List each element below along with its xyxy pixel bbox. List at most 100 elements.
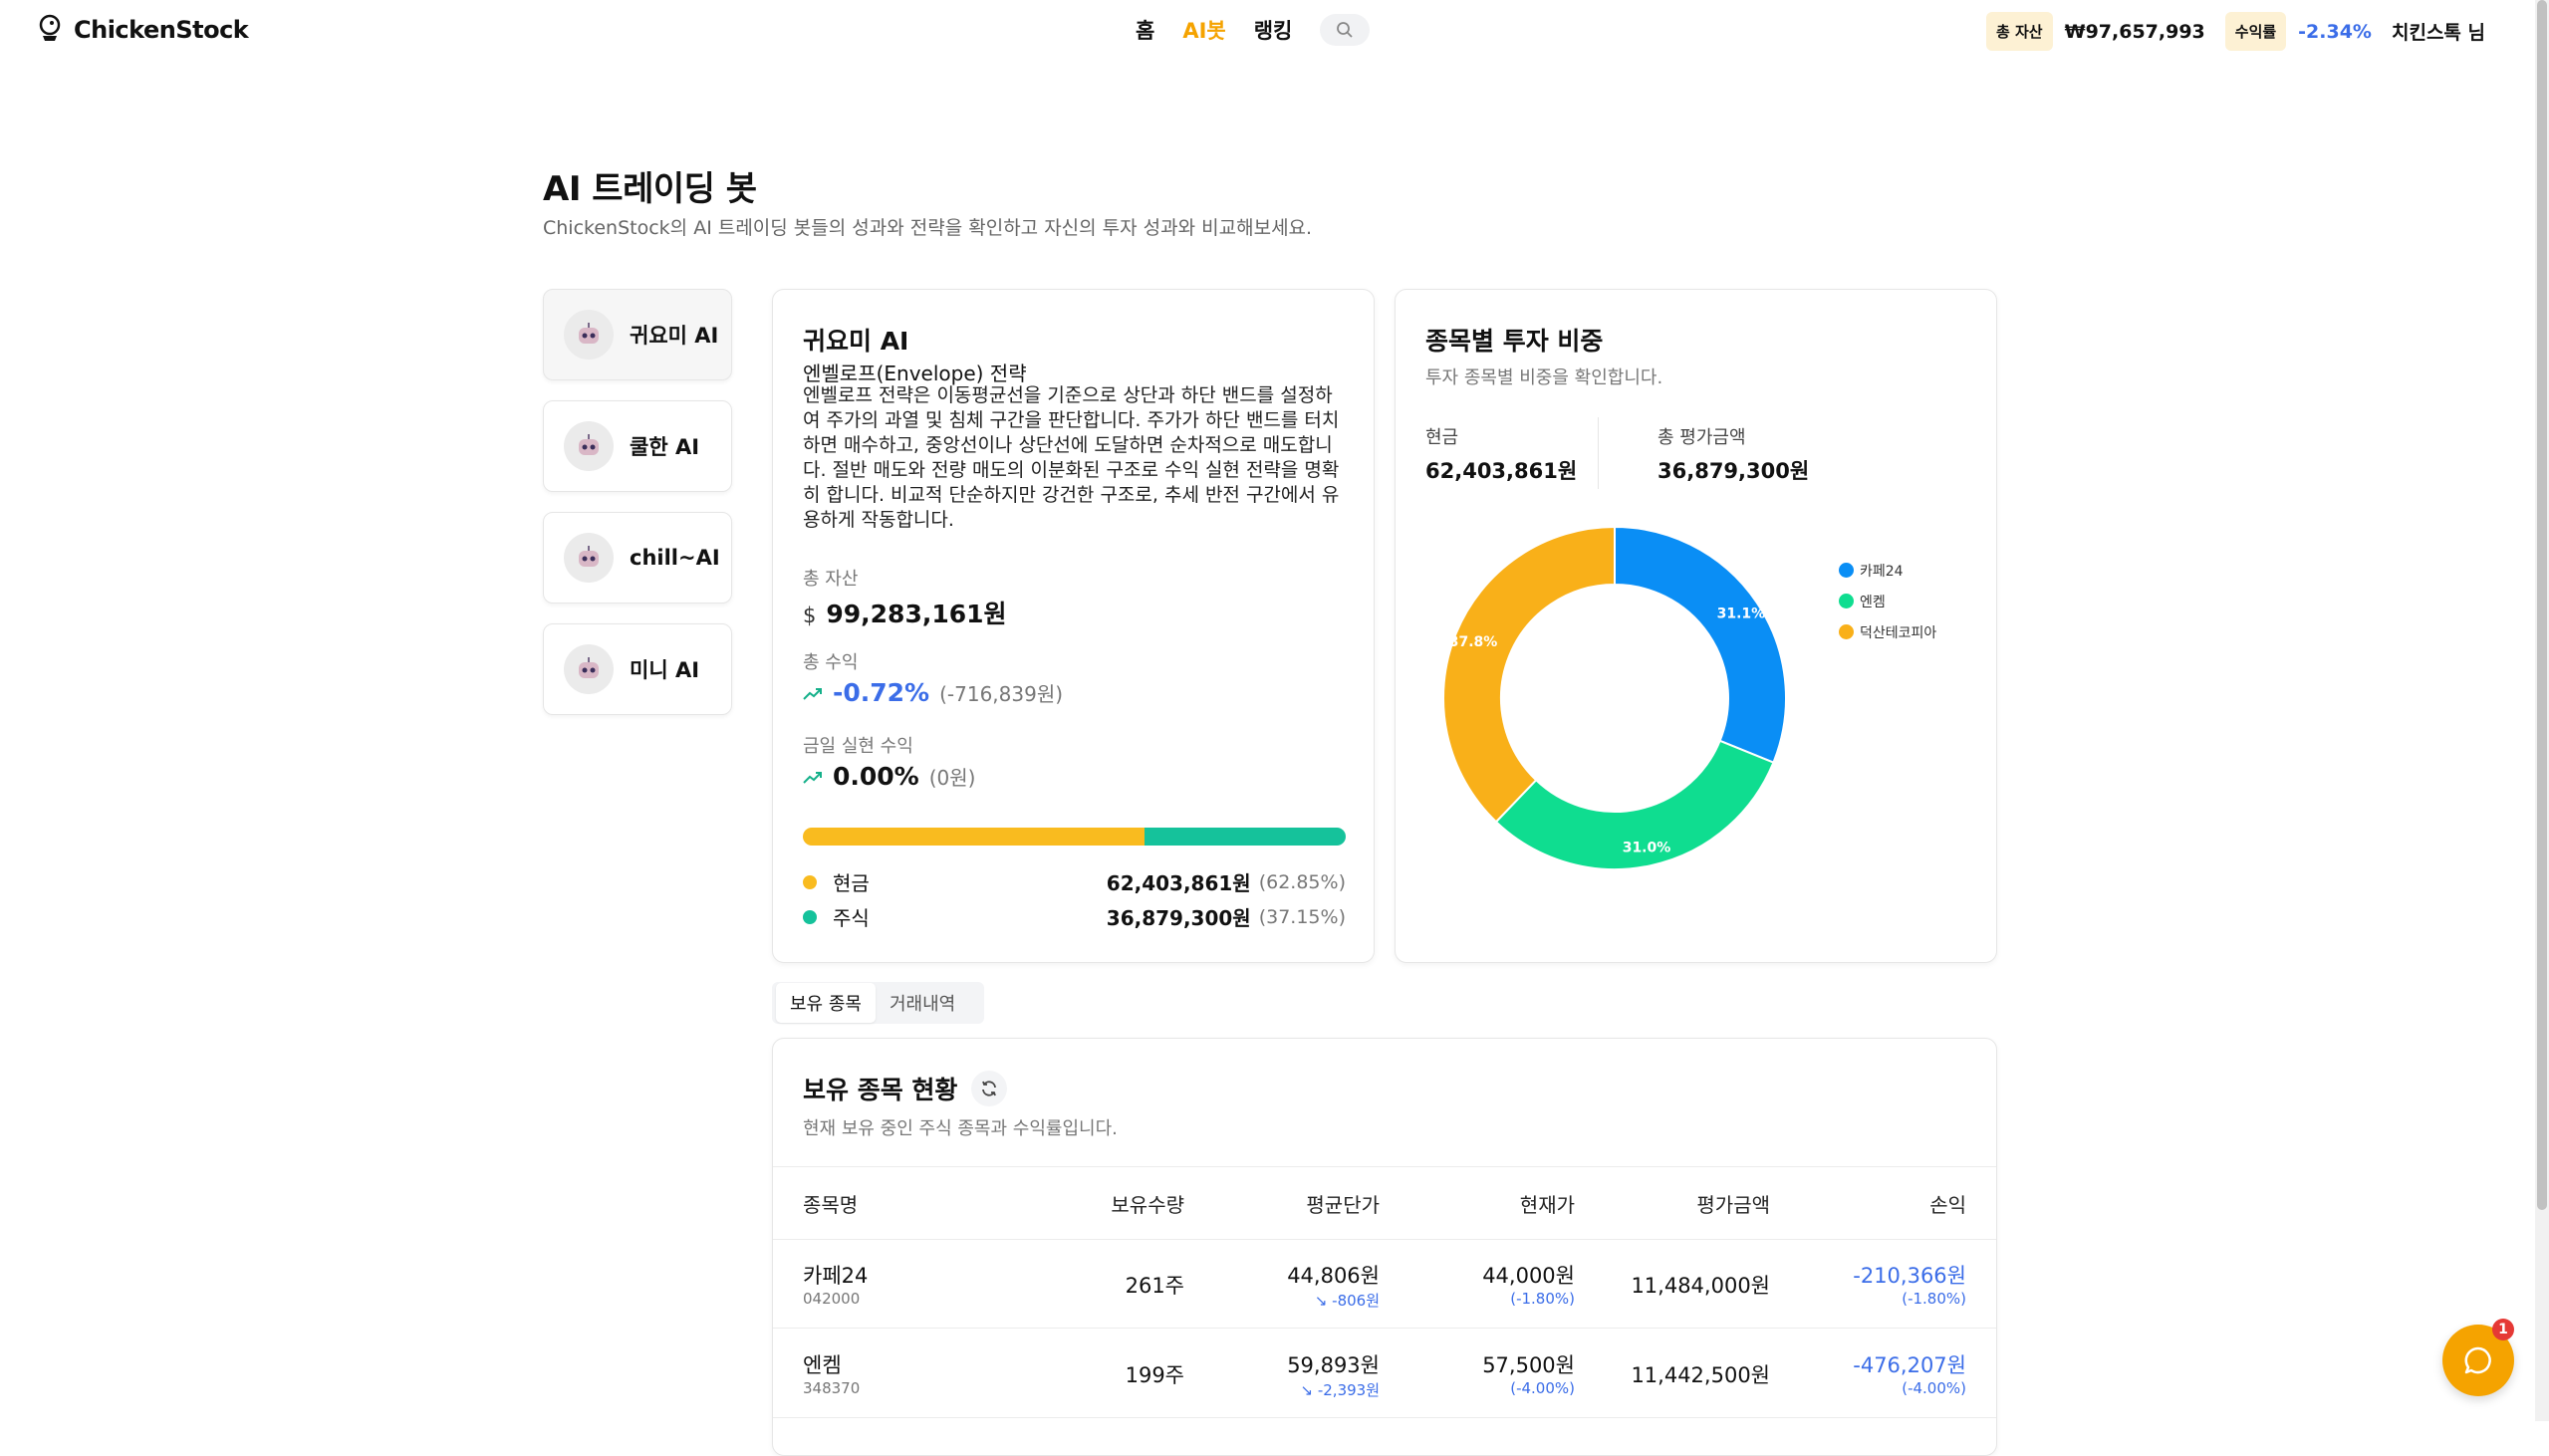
- cash-pct: (62.85%): [1258, 870, 1346, 893]
- search-button[interactable]: [1320, 14, 1371, 46]
- total-profit-label: 총 수익: [803, 652, 859, 673]
- col-pl: 손익: [1929, 1193, 1966, 1217]
- stock-dot: [803, 909, 817, 924]
- nav-ranking[interactable]: 랭킹: [1254, 15, 1293, 45]
- table-row[interactable]: 엔켐 348370 199주 59,893원 ↘ -2,393원 57,500원…: [773, 1328, 1996, 1418]
- eval-amount: 11,484,000원: [1631, 1274, 1770, 1298]
- cash-value: 62,403,861원: [1106, 871, 1251, 895]
- bot-item-cool[interactable]: 쿨한 AI: [543, 400, 732, 492]
- dollar-icon: $: [803, 604, 817, 627]
- allocation-donut-chart: 31.1% 31.0% 37.8%: [1442, 525, 1787, 870]
- legend-item-cafe24[interactable]: 카페24: [1839, 555, 1936, 586]
- nav-aibot[interactable]: AI봇: [1182, 15, 1225, 45]
- cash-legend-row: 현금 62,403,861원 (62.85%): [803, 867, 1346, 896]
- total-assets-value: ₩97,657,993: [2064, 20, 2205, 43]
- col-qty: 보유수량: [1111, 1193, 1184, 1217]
- avg-price: 44,806원: [1287, 1264, 1380, 1288]
- trend-down-icon: ↘: [1300, 1381, 1318, 1399]
- total-profit-amount: (-716,839원): [939, 682, 1064, 706]
- eval-amount: 11,442,500원: [1631, 1363, 1770, 1387]
- holdings-card: 보유 종목 현황 현재 보유 중인 주식 종목과 수익률입니다. 종목명 보유수…: [772, 1038, 1997, 1456]
- stock-code: 042000: [803, 1290, 861, 1308]
- avg-diff-value: -2,393원: [1317, 1381, 1380, 1399]
- alloc-eval: 총 평가금액 36,879,300원: [1657, 423, 1809, 485]
- bot-title: 귀요미 AI: [803, 327, 909, 356]
- header-account: 총 자산 ₩97,657,993 수익률 -2.34% 치킨스톡 님: [1985, 12, 2485, 51]
- robot-avatar-icon: [564, 644, 614, 694]
- logo[interactable]: ChickenStock: [38, 14, 249, 46]
- profit-loss-pct: (-4.00%): [1902, 1379, 1966, 1397]
- today-profit-pct: 0.00%: [833, 762, 919, 791]
- total-assets-chip: 총 자산: [1985, 12, 2053, 51]
- today-profit-amount: (0원): [928, 766, 976, 790]
- price-pct: (-4.00%): [1510, 1379, 1575, 1397]
- quantity: 261주: [1125, 1274, 1184, 1298]
- legend-label: 덕산테코피아: [1860, 624, 1937, 641]
- legend-item-enchem[interactable]: 엔켐: [1839, 586, 1936, 616]
- allocation-subtitle: 투자 종목별 비중을 확인합니다.: [1425, 367, 1663, 388]
- quantity: 199주: [1125, 1363, 1184, 1387]
- chat-bubble-icon: [2464, 1346, 2491, 1374]
- table-row[interactable]: 카페24 042000 261주 44,806원 ↘ -806원 44,000원…: [773, 1238, 1996, 1329]
- col-avg-price: 평균단가: [1306, 1193, 1380, 1217]
- legend-dot: [1839, 594, 1854, 608]
- avg-price: 59,893원: [1287, 1353, 1380, 1377]
- bot-name: 귀요미 AI: [630, 324, 719, 348]
- alloc-cash: 현금 62,403,861원: [1425, 423, 1577, 485]
- refresh-button[interactable]: [971, 1071, 1008, 1106]
- alloc-cash-value: 62,403,861원: [1425, 459, 1578, 483]
- avg-diff: ↘ -2,393원: [1301, 1379, 1381, 1400]
- donut-slice-0[interactable]: [1614, 525, 1787, 764]
- robot-avatar-icon: [564, 310, 614, 360]
- cash-stock-ratio-bar: [803, 828, 1346, 846]
- bot-name: 쿨한 AI: [630, 435, 700, 459]
- allocation-card: 종목별 투자 비중 투자 종목별 비중을 확인합니다. 현금 62,403,86…: [1395, 289, 1997, 963]
- stock-legend-row: 주식 36,879,300원 (37.15%): [803, 902, 1346, 931]
- logo-text: ChickenStock: [74, 16, 249, 44]
- scrollbar-thumb[interactable]: [2537, 0, 2547, 1210]
- legend-label: 카페24: [1860, 563, 1904, 580]
- bot-item-chill[interactable]: chill~AI: [543, 512, 732, 604]
- stock-name: 카페24: [803, 1264, 869, 1288]
- holdings-title-row: 보유 종목 현황: [803, 1071, 1008, 1106]
- chicken-logo-icon: [38, 14, 62, 46]
- tab-holdings[interactable]: 보유 종목: [776, 983, 876, 1023]
- nav-home[interactable]: 홈: [1136, 15, 1154, 45]
- today-profit-label: 금일 실현 수익: [803, 736, 913, 757]
- total-assets-label: 총 자산: [803, 569, 859, 590]
- page-subtitle: ChickenStock의 AI 트레이딩 봇들의 성과와 전략을 확인하고 자…: [543, 217, 1313, 239]
- alloc-cash-label: 현금: [1425, 427, 1459, 448]
- total-assets-value: 99,283,161원: [826, 600, 1007, 628]
- stock-pct: (37.15%): [1258, 905, 1346, 928]
- cash-dot: [803, 874, 817, 889]
- legend-item-duksan[interactable]: 덕산테코피아: [1839, 616, 1936, 647]
- bot-item-cute[interactable]: 귀요미 AI: [543, 289, 732, 380]
- bot-detail-card: 귀요미 AI 엔벨로프(Envelope) 전략 엔벨로프 전략은 이동평균선을…: [772, 289, 1375, 963]
- cash-segment: [803, 828, 1145, 846]
- legend-dot: [1839, 624, 1854, 639]
- table-header: 종목명 보유수량 평균단가 현재가 평가금액 손익: [773, 1166, 1996, 1240]
- col-name: 종목명: [803, 1193, 859, 1217]
- total-assets-row: $ 99,283,161원: [803, 595, 1007, 630]
- profit-loss: -476,207원: [1853, 1353, 1966, 1377]
- refresh-icon: [982, 1081, 997, 1096]
- user-name[interactable]: 치킨스톡 님: [2392, 18, 2485, 45]
- donut-slice-2[interactable]: [1442, 525, 1616, 824]
- stock-segment: [1144, 828, 1346, 846]
- legend-dot: [1839, 563, 1854, 578]
- bot-item-mini[interactable]: 미니 AI: [543, 623, 732, 715]
- holdings-subtitle: 현재 보유 중인 주식 종목과 수익률입니다.: [803, 1118, 1118, 1139]
- return-value: -2.34%: [2298, 20, 2372, 43]
- stock-name: 엔켐: [803, 1353, 842, 1377]
- notification-badge: 1: [2492, 1319, 2514, 1340]
- tab-history[interactable]: 거래내역: [876, 983, 969, 1023]
- scrollbar[interactable]: [2535, 0, 2549, 1421]
- bot-name: chill~AI: [630, 546, 720, 570]
- page-title: AI 트레이딩 봇: [543, 169, 757, 209]
- col-current-price: 현재가: [1519, 1193, 1575, 1217]
- stock-label: 주식: [833, 906, 870, 930]
- cash-label: 현금: [833, 871, 870, 895]
- allocation-title: 종목별 투자 비중: [1425, 327, 1604, 356]
- col-eval: 평가금액: [1696, 1193, 1770, 1217]
- search-icon: [1337, 22, 1353, 38]
